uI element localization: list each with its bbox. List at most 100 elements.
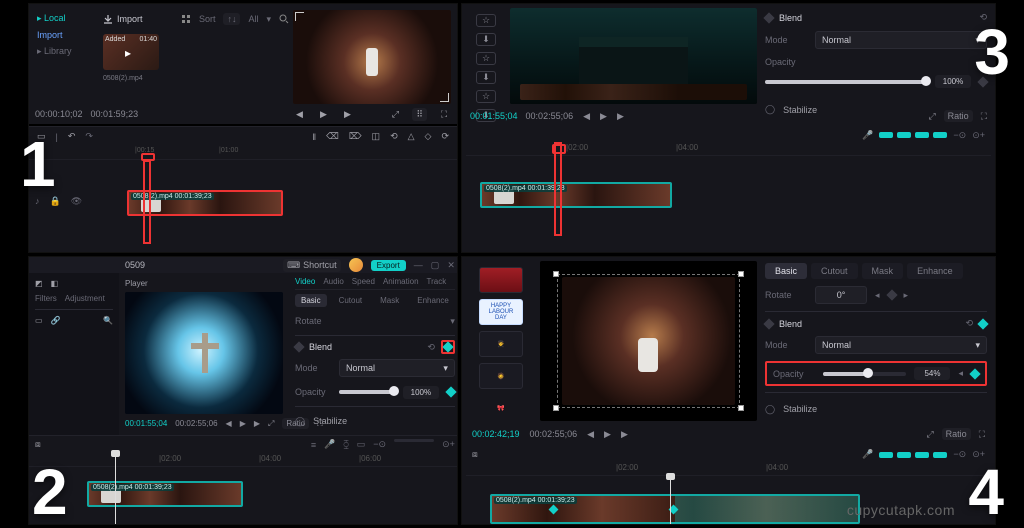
mic-icon[interactable]: 🎤	[324, 439, 335, 450]
video-clip[interactable]: 0508(2).mp4 00:01:39;23	[490, 494, 860, 524]
minimize-icon[interactable]: —	[414, 260, 423, 270]
split-icon[interactable]: ‖	[312, 131, 316, 142]
keyframe-icon[interactable]	[977, 76, 988, 87]
zoom-slider[interactable]	[394, 439, 434, 442]
blend-mode-select[interactable]: Normal ▾	[815, 31, 987, 49]
crop-icon[interactable]: ◫	[372, 131, 381, 142]
timeline-ruler[interactable]: |02:00 |04:00	[466, 142, 991, 156]
library-local[interactable]: Local	[35, 10, 99, 27]
shortcut-button[interactable]: ⌨Shortcut	[283, 259, 341, 272]
tab-animation[interactable]: Animation	[383, 277, 419, 286]
adjustment-label[interactable]: Adjustment	[65, 294, 105, 303]
step-left-icon[interactable]: ◂	[875, 290, 880, 301]
reverse-icon[interactable]: ◇	[425, 131, 432, 142]
folder-icon[interactable]: ▭	[35, 316, 43, 325]
sticker-labour-day[interactable]: HAPPY LABOUR DAY	[479, 299, 523, 325]
delete-right-icon[interactable]: ⌦	[349, 131, 362, 142]
magnet-icon[interactable]: ⧲	[343, 439, 348, 450]
scale-icon[interactable]: ⤢	[926, 429, 933, 440]
zoom-in-icon[interactable]: ⊙+	[972, 130, 985, 141]
scale-icon[interactable]: ⤢	[928, 111, 935, 122]
zoom-in-icon[interactable]: ⊙+	[442, 439, 455, 450]
sticker-bow[interactable]: 🎀	[479, 395, 523, 421]
tab-audio[interactable]: Audio	[323, 277, 343, 286]
checkbox-icon[interactable]: ◯	[765, 404, 775, 415]
sticker-user2[interactable]: 🧔	[479, 363, 523, 389]
timeline-ruler[interactable]: |02:00 |04:00 |06:00	[29, 453, 458, 467]
filters-label[interactable]: Filters	[35, 294, 57, 303]
subtab-cutout[interactable]: Cutout	[811, 263, 858, 279]
opacity-value[interactable]: 54%	[914, 367, 950, 380]
zoom-segments[interactable]	[879, 132, 947, 138]
crop-tool-icon[interactable]: ⧈	[35, 439, 41, 450]
sticker-red[interactable]	[479, 267, 523, 293]
fullscreen-icon[interactable]: ⛶	[979, 429, 985, 440]
ratio-button[interactable]: Ratio	[944, 110, 973, 122]
checkbox-icon[interactable]: ◯	[295, 416, 305, 427]
next-frame-icon[interactable]: ▶	[340, 107, 354, 121]
library-import[interactable]: Import	[35, 27, 99, 43]
zoom-in-icon[interactable]: ⊙+	[972, 449, 985, 460]
rotate-value[interactable]: 0°	[815, 286, 867, 304]
keyframe-icon[interactable]	[445, 386, 456, 397]
mirror-icon[interactable]: ⟲	[390, 131, 398, 142]
subtab-enhance[interactable]: Enhance	[907, 263, 963, 279]
opacity-slider[interactable]	[339, 390, 395, 394]
align-icon[interactable]: ≡	[311, 439, 316, 450]
opacity-slider[interactable]	[823, 372, 906, 376]
playhead[interactable]	[143, 160, 151, 244]
search-icon[interactable]	[279, 14, 289, 24]
filters-icon[interactable]: ◩	[35, 279, 43, 288]
prev-frame-icon[interactable]: ◀	[226, 419, 232, 428]
scale-icon[interactable]: ⤢	[268, 419, 274, 429]
playhead[interactable]	[115, 453, 116, 525]
fullscreen-icon[interactable]: ⛶	[981, 111, 987, 122]
fav-icon[interactable]: ☆	[476, 52, 496, 65]
tab-track[interactable]: Track	[427, 277, 447, 286]
preview-viewport[interactable]	[540, 261, 757, 421]
playhead[interactable]	[554, 142, 562, 236]
download-icon[interactable]: ⬇	[476, 71, 496, 84]
delete-left-icon[interactable]: ⌫	[326, 131, 339, 142]
video-clip[interactable]: 0508(2).mp4 00:01:39;23	[480, 182, 672, 208]
timeline-tracks[interactable]: ♪ 🔒 👁 0508(2).mp4 00:01:39;23	[29, 160, 457, 244]
adjustment-icon[interactable]: ◧	[51, 279, 59, 288]
subtab-cutout[interactable]: Cutout	[333, 294, 369, 307]
keyframe-icon[interactable]	[886, 289, 897, 300]
import-button[interactable]: Import	[103, 14, 143, 24]
next-frame-icon[interactable]: ▶	[621, 429, 628, 440]
search-icon[interactable]: 🔍	[103, 316, 113, 325]
preview-viewport[interactable]	[510, 8, 757, 104]
sticker-user1[interactable]: 🧑‍🎓	[479, 331, 523, 357]
hide-track-icon[interactable]: 👁	[71, 196, 82, 207]
next-frame-icon[interactable]: ▶	[617, 111, 624, 122]
reset-icon[interactable]: ⟲	[427, 342, 435, 353]
prev-frame-icon[interactable]: ◀	[583, 111, 590, 122]
tab-speed[interactable]: Speed	[352, 277, 375, 286]
selection-handle[interactable]	[738, 271, 744, 277]
selection-rect[interactable]	[557, 274, 739, 408]
fav-icon[interactable]: ☆	[476, 90, 496, 103]
ratio-badge[interactable]: ⠿	[412, 108, 427, 121]
zoom-segments[interactable]	[879, 452, 947, 458]
blend-mode-select[interactable]: Normal▾	[339, 359, 455, 377]
prev-frame-icon[interactable]: ◀	[292, 107, 306, 121]
subtab-mask[interactable]: Mask	[374, 294, 405, 307]
link-icon[interactable]: 🔗	[51, 316, 61, 325]
reset-icon[interactable]: ⟲	[965, 318, 973, 329]
play-icon[interactable]: ▶	[600, 111, 607, 122]
mic-icon[interactable]: 🎤	[862, 130, 873, 141]
blend-mode-select[interactable]: Normal▾	[815, 336, 987, 354]
play-icon[interactable]: ▶	[604, 429, 611, 440]
opacity-value[interactable]: 100%	[403, 386, 439, 399]
keyframe-icon[interactable]	[977, 318, 988, 329]
preview-toggle-icon[interactable]: ▭	[357, 439, 366, 450]
export-button[interactable]: Export	[371, 260, 406, 271]
playhead[interactable]	[670, 476, 671, 525]
crop-tool-icon[interactable]: ⧈	[472, 449, 478, 460]
preview-viewport[interactable]	[125, 292, 283, 414]
fullscreen-icon[interactable]: ⛶	[437, 107, 451, 121]
lock-track-icon[interactable]: 🔒	[50, 196, 61, 207]
undo-icon[interactable]: ↶	[68, 131, 76, 142]
selection-handle[interactable]	[553, 405, 559, 411]
